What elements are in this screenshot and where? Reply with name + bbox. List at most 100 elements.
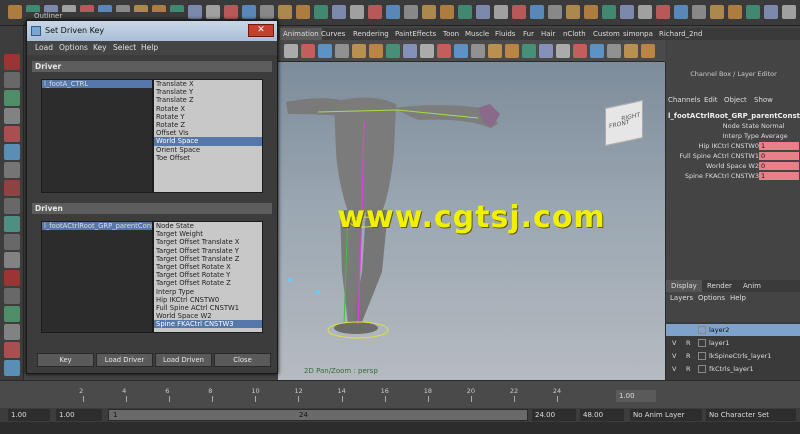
toolbar-icon[interactable] — [242, 5, 256, 19]
shelf-tool-icon[interactable] — [403, 44, 417, 58]
tab-rendering[interactable]: Rendering — [350, 28, 392, 40]
attribute-item[interactable]: Target Offset Translate Y — [154, 247, 262, 255]
tool-icon[interactable] — [4, 90, 20, 106]
shelf-tool-icon[interactable] — [488, 44, 502, 58]
tab-painteffects[interactable]: PaintEffects — [392, 28, 439, 40]
key-button[interactable]: Key — [37, 353, 94, 367]
range-slider[interactable]: 1 24 — [108, 409, 528, 421]
driven-object-list[interactable]: l_footACtrlRoot_GRP_parentConstr — [41, 221, 153, 333]
toolbar-icon[interactable] — [404, 5, 418, 19]
attribute-item[interactable]: Spine FKACtrl CNSTW3 — [154, 320, 262, 329]
tool-icon[interactable] — [4, 72, 20, 88]
pivot-marker[interactable] — [316, 290, 320, 294]
shelf-tool-icon[interactable] — [301, 44, 315, 58]
toolbar-icon[interactable] — [494, 5, 508, 19]
shelf-tool-icon[interactable] — [454, 44, 468, 58]
layer-visibility-toggle[interactable]: V — [672, 339, 676, 347]
attribute-item[interactable]: Orient Space — [154, 146, 262, 154]
attribute-item[interactable]: Target Offset Rotate Z — [154, 279, 262, 287]
close-icon[interactable]: ✕ — [248, 24, 274, 37]
toolbar-icon[interactable] — [638, 5, 652, 19]
driven-object-item[interactable]: l_footACtrlRoot_GRP_parentConstr — [42, 222, 152, 231]
anim-layer-field[interactable]: No Anim Layer — [630, 409, 702, 421]
close-button[interactable]: Close — [214, 353, 271, 367]
toolbar-icon[interactable] — [692, 5, 706, 19]
toolbar-icon[interactable] — [782, 5, 796, 19]
layer-row[interactable]: V RfkCtrls_layer1 — [666, 363, 800, 375]
shelf-tool-icon[interactable] — [352, 44, 366, 58]
toolbar-icon[interactable] — [710, 5, 724, 19]
layer-reference-toggle[interactable]: R — [686, 365, 691, 373]
attribute-item[interactable]: Offset Vis — [154, 129, 262, 137]
toolbar-icon[interactable] — [512, 5, 526, 19]
menu-layer-options[interactable]: Options — [698, 294, 725, 302]
channel-value[interactable]: Normal — [761, 122, 785, 130]
tool-icon[interactable] — [4, 126, 20, 142]
toolbar-icon[interactable] — [332, 5, 346, 19]
menu-show[interactable]: Show — [754, 96, 773, 104]
layer-reference-toggle[interactable]: R — [686, 352, 691, 360]
toolbar-icon[interactable] — [278, 5, 292, 19]
shelf-tool-icon[interactable] — [386, 44, 400, 58]
tool-icon[interactable] — [4, 198, 20, 214]
shelf-tool-icon[interactable] — [641, 44, 655, 58]
tool-icon[interactable] — [4, 360, 20, 376]
tool-icon[interactable] — [4, 162, 20, 178]
menu-channels[interactable]: Channels — [668, 96, 700, 104]
layer-color-swatch[interactable] — [698, 326, 706, 334]
shelf-tool-icon[interactable] — [318, 44, 332, 58]
tab-hair[interactable]: Hair — [538, 28, 558, 40]
channel-box-object-name[interactable]: l_footACtrlRoot_GRP_parentConstr... — [668, 112, 800, 120]
attribute-item[interactable]: Rotate Z — [154, 121, 262, 129]
driver-attribute-list[interactable]: Translate X Translate Y Translate Z Rotate … — [153, 79, 263, 193]
toolbar-icon[interactable] — [296, 5, 310, 19]
menu-key[interactable]: Key — [93, 43, 107, 52]
attribute-item[interactable]: Hip IKCtrl CNSTW0 — [154, 296, 262, 304]
tab-toon[interactable]: Toon — [440, 28, 462, 40]
dialog-titlebar[interactable]: Set Driven Key ✕ — [27, 21, 277, 41]
shelf-tool-icon[interactable] — [505, 44, 519, 58]
attribute-item[interactable]: Node State — [154, 222, 262, 230]
playback-end-field[interactable]: 24.00 — [532, 409, 576, 421]
viewcube[interactable]: FRONT RIGHT — [605, 99, 643, 147]
toolbar-icon[interactable] — [440, 5, 454, 19]
tool-icon[interactable] — [4, 288, 20, 304]
toolbar-icon[interactable] — [206, 5, 220, 19]
menu-select[interactable]: Select — [113, 43, 136, 52]
toolbar-icon[interactable] — [422, 5, 436, 19]
attribute-item[interactable]: Translate Z — [154, 96, 262, 104]
channel-value[interactable]: 1 — [759, 172, 799, 180]
attribute-item[interactable]: Rotate Y — [154, 113, 262, 121]
attribute-item[interactable]: Target Weight — [154, 230, 262, 238]
shelf-tool-icon[interactable] — [420, 44, 434, 58]
tool-icon[interactable] — [4, 108, 20, 124]
shelf-tool-icon[interactable] — [369, 44, 383, 58]
toolbar-icon[interactable] — [746, 5, 760, 19]
toolbar-icon[interactable] — [530, 5, 544, 19]
tool-icon[interactable] — [4, 180, 20, 196]
tool-icon[interactable] — [4, 234, 20, 250]
toolbar-icon[interactable] — [584, 5, 598, 19]
command-line[interactable] — [0, 422, 800, 434]
attribute-item[interactable]: Full Spine ACtrl CNSTW1 — [154, 304, 262, 312]
toolbar-icon[interactable] — [260, 5, 274, 19]
pivot-marker[interactable] — [288, 278, 292, 282]
tab-custom[interactable]: Custom — [590, 28, 623, 40]
layer-row[interactable]: V RlkSpineCtrls_layer1 — [666, 350, 800, 362]
shelf-tool-icon[interactable] — [556, 44, 570, 58]
attribute-item[interactable]: Target Offset Rotate Y — [154, 271, 262, 279]
shelf-tool-icon[interactable] — [590, 44, 604, 58]
layer-visibility-toggle[interactable]: V — [672, 352, 676, 360]
tab-muscle[interactable]: Muscle — [462, 28, 492, 40]
layer-row[interactable]: V Rlayer1 — [666, 337, 800, 349]
attribute-item[interactable]: Interp Type — [154, 288, 262, 296]
layer-reference-toggle[interactable]: R — [686, 339, 691, 347]
channel-value[interactable]: 0 — [759, 152, 799, 160]
attribute-item[interactable]: Target Offset Rotate X — [154, 263, 262, 271]
toolbar-icon[interactable] — [224, 5, 238, 19]
tab-fur[interactable]: Fur — [520, 28, 537, 40]
attribute-item[interactable]: Rotate X — [154, 105, 262, 113]
tool-icon[interactable] — [4, 216, 20, 232]
attribute-item[interactable]: World Space — [154, 137, 262, 146]
channel-row[interactable]: Interp Type Average — [666, 132, 800, 141]
